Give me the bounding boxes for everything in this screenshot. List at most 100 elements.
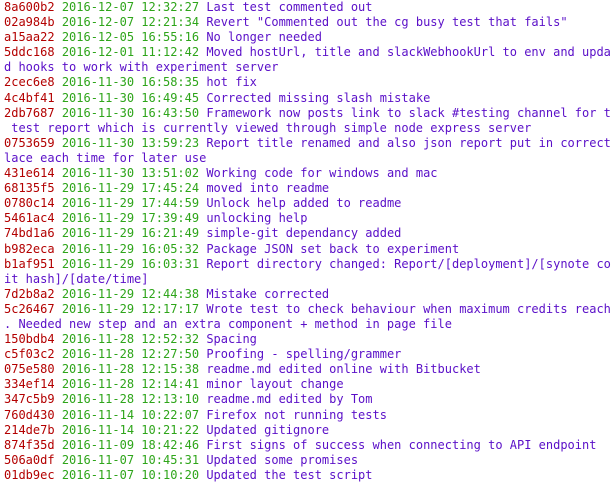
commit-date: 2016-11-29 <box>61 211 135 226</box>
commit-hash: 02a984b <box>4 15 55 30</box>
commit-hash: 506a0df <box>4 452 55 467</box>
commit-line: 74bd1a6 2016-11-29 16:21:49 simple-git d… <box>4 226 611 241</box>
commit-message: Mistake corrected <box>206 286 330 301</box>
commit-hash: 075e580 <box>4 362 55 377</box>
commit-time: 16:21:49 <box>141 226 200 241</box>
commit-line: 506a0df 2016-11-07 10:45:31 Updated some… <box>4 453 611 468</box>
commit-date: 2016-11-07 <box>61 467 135 482</box>
commit-time: 12:15:38 <box>141 362 200 377</box>
commit-line: 431e614 2016-11-30 13:51:02 Working code… <box>4 166 611 181</box>
commit-message: Report title renamed and also json repor… <box>206 135 611 150</box>
commit-date: 2016-11-29 <box>61 256 135 271</box>
commit-line: 0753659 2016-11-30 13:59:23 Report title… <box>4 136 611 151</box>
commit-date: 2016-11-30 <box>61 135 135 150</box>
commit-time: 12:44:38 <box>141 286 200 301</box>
commit-hash: 431e614 <box>4 166 55 181</box>
commit-time: 16:55:16 <box>141 30 200 45</box>
commit-message-wrap: test report which is currently viewed th… <box>4 120 532 135</box>
commit-time: 10:45:31 <box>141 452 200 467</box>
commit-line-continuation: it hash]/[date/time] <box>4 272 611 287</box>
commit-time: 10:21:22 <box>141 422 200 437</box>
commit-line: 214de7b 2016-11-14 10:21:22 Updated giti… <box>4 423 611 438</box>
commit-line: 0780c14 2016-11-29 17:44:59 Unlock help … <box>4 196 611 211</box>
commit-hash: 760d430 <box>4 407 55 422</box>
commit-message: minor layout change <box>206 377 344 392</box>
commit-message: Unlock help added to readme <box>206 196 402 211</box>
commit-message: Spacing <box>206 332 257 347</box>
commit-line: 01db9ec 2016-11-07 10:10:20 Updated the … <box>4 468 611 483</box>
commit-time: 17:39:49 <box>141 211 200 226</box>
commit-message: Working code for windows and mac <box>206 166 438 181</box>
commit-date: 2016-11-30 <box>61 166 135 181</box>
commit-hash: 8a600b2 <box>4 0 55 14</box>
commit-hash: b1af951 <box>4 256 55 271</box>
commit-date: 2016-11-28 <box>61 362 135 377</box>
commit-message-wrap: lace each time for later use <box>4 150 207 165</box>
commit-message: Report directory changed: Report/[deploy… <box>206 256 611 271</box>
commit-time: 16:43:50 <box>141 105 200 120</box>
commit-time: 12:52:32 <box>141 332 200 347</box>
commit-date: 2016-12-07 <box>61 15 135 30</box>
commit-time: 11:12:42 <box>141 45 200 60</box>
commit-time: 16:03:31 <box>141 256 200 271</box>
commit-message-wrap: d hooks to work with experiment server <box>4 60 279 75</box>
commit-message-wrap: . Needed new step and an extra component… <box>4 316 452 331</box>
commit-line: 874f35d 2016-11-09 18:42:46 First signs … <box>4 438 611 453</box>
commit-line: 347c5b9 2016-11-28 12:13:10 readme.md ed… <box>4 392 611 407</box>
commit-line: b1af951 2016-11-29 16:03:31 Report direc… <box>4 257 611 272</box>
commit-line: 02a984b 2016-12-07 12:21:34 Revert "Comm… <box>4 15 611 30</box>
commit-date: 2016-12-05 <box>61 30 135 45</box>
commit-hash: 68135f5 <box>4 181 55 196</box>
commit-line: 5461ac4 2016-11-29 17:39:49 unlocking he… <box>4 211 611 226</box>
commit-date: 2016-11-28 <box>61 347 135 362</box>
terminal-git-log: 8a600b2 2016-12-07 12:32:27 Last test co… <box>0 0 611 482</box>
commit-hash: b982eca <box>4 241 55 256</box>
commit-message: Revert "Commented out the cg busy test t… <box>206 15 568 30</box>
commit-list: 8a600b2 2016-12-07 12:32:27 Last test co… <box>4 0 611 483</box>
commit-line: c5f03c2 2016-11-28 12:27:50 Proofing - s… <box>4 347 611 362</box>
commit-message: simple-git dependancy added <box>206 226 402 241</box>
commit-time: 13:51:02 <box>141 166 200 181</box>
commit-time: 13:59:23 <box>141 135 200 150</box>
commit-line: 8a600b2 2016-12-07 12:32:27 Last test co… <box>4 0 611 15</box>
commit-hash: 874f35d <box>4 437 55 452</box>
commit-time: 12:14:41 <box>141 377 200 392</box>
commit-message: Firefox not running tests <box>206 407 387 422</box>
commit-time: 12:13:10 <box>141 392 200 407</box>
commit-message: Proofing - spelling/grammer <box>206 347 402 362</box>
commit-message: First signs of success when connecting t… <box>206 437 597 452</box>
commit-hash: 0753659 <box>4 135 55 150</box>
commit-date: 2016-11-07 <box>61 452 135 467</box>
commit-hash: 7d2b8a2 <box>4 286 55 301</box>
commit-hash: 0780c14 <box>4 196 55 211</box>
commit-time: 10:10:20 <box>141 467 200 482</box>
commit-line: 7d2b8a2 2016-11-29 12:44:38 Mistake corr… <box>4 287 611 302</box>
commit-time: 18:42:46 <box>141 437 200 452</box>
commit-line: 5c26467 2016-11-29 12:17:17 Wrote test t… <box>4 302 611 317</box>
commit-line-continuation: d hooks to work with experiment server <box>4 60 611 75</box>
commit-date: 2016-11-28 <box>61 377 135 392</box>
commit-line: 5ddc168 2016-12-01 11:12:42 Moved hostUr… <box>4 45 611 60</box>
commit-date: 2016-11-09 <box>61 437 135 452</box>
commit-line: a15aa22 2016-12-05 16:55:16 No longer ne… <box>4 30 611 45</box>
commit-hash: 01db9ec <box>4 467 55 482</box>
commit-time: 16:05:32 <box>141 241 200 256</box>
commit-hash: 150bdb4 <box>4 332 55 347</box>
commit-time: 16:49:45 <box>141 90 200 105</box>
commit-line: 2cec6e8 2016-11-30 16:58:35 hot fix <box>4 75 611 90</box>
commit-message: readme.md edited by Tom <box>206 392 373 407</box>
commit-message: hot fix <box>206 75 257 90</box>
commit-hash: 5ddc168 <box>4 45 55 60</box>
commit-message: Wrote test to check behaviour when maxim… <box>206 301 611 316</box>
commit-hash: 347c5b9 <box>4 392 55 407</box>
commit-hash: 5c26467 <box>4 301 55 316</box>
commit-message: Framework now posts link to slack #testi… <box>206 105 611 120</box>
commit-message: Corrected missing slash mistake <box>206 90 431 105</box>
commit-date: 2016-11-28 <box>61 332 135 347</box>
commit-message: No longer needed <box>206 30 322 45</box>
commit-hash: 2cec6e8 <box>4 75 55 90</box>
commit-line: b982eca 2016-11-29 16:05:32 Package JSON… <box>4 242 611 257</box>
commit-message: Updated gitignore <box>206 422 330 437</box>
commit-date: 2016-11-30 <box>61 105 135 120</box>
commit-date: 2016-11-29 <box>61 196 135 211</box>
